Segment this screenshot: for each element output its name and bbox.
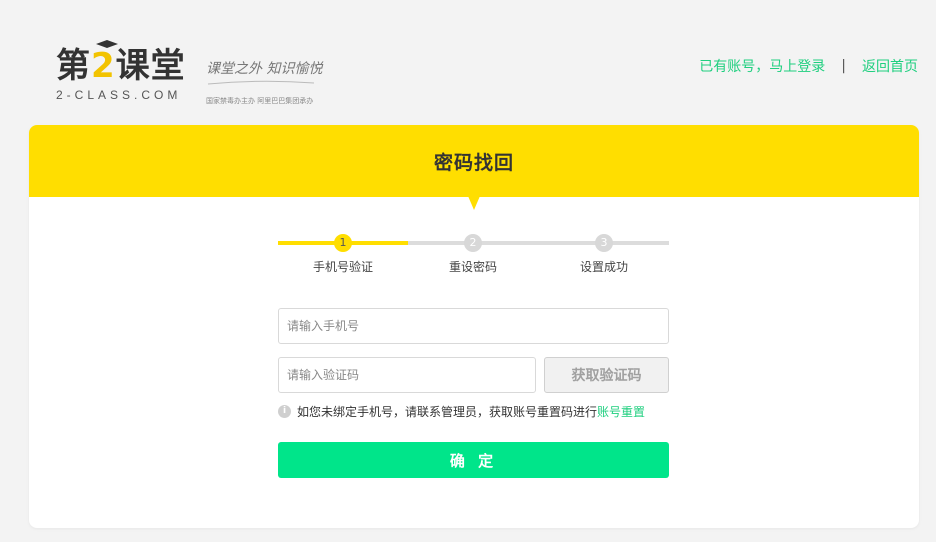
site-logo[interactable]: 第2课堂 2-CLASS.COM 课堂之外 知识愉悦 国家禁毒办主办 阿里巴巴集… — [56, 40, 336, 108]
top-nav: 已有账号，马上登录 | 返回首页 — [699, 56, 918, 76]
phone-input[interactable] — [278, 308, 669, 344]
password-recovery-card: 密码找回 1 手机号验证 2 重设密码 3 设置成功 获取验证码 i 如您未绑定… — [29, 125, 919, 528]
step-label: 重设密码 — [448, 260, 497, 274]
step-label: 设置成功 — [579, 260, 628, 274]
nav-separator: | — [841, 58, 846, 74]
step-success: 3 设置成功 — [544, 231, 664, 275]
hint-message: i 如您未绑定手机号，请联系管理员，获取账号重置码进行 账号重置 — [278, 403, 645, 420]
step-number: 3 — [595, 234, 613, 252]
slogan-underline — [207, 80, 315, 85]
home-link[interactable]: 返回首页 — [862, 56, 918, 76]
logo-wordmark: 第2课堂 — [56, 46, 186, 86]
logo-slogan: 课堂之外 知识愉悦 — [206, 61, 323, 77]
step-label: 手机号验证 — [312, 260, 373, 274]
hint-text: 如您未绑定手机号，请联系管理员，获取账号重置码进行 — [297, 405, 598, 419]
step-reset-password: 2 重设密码 — [413, 231, 533, 275]
login-link[interactable]: 已有账号，马上登录 — [699, 56, 825, 76]
step-number: 1 — [334, 234, 352, 252]
progress-steps: 1 手机号验证 2 重设密码 3 设置成功 — [278, 231, 669, 281]
verification-code-input[interactable] — [278, 357, 536, 393]
step-number: 2 — [464, 234, 482, 252]
confirm-button[interactable]: 确 定 — [278, 442, 669, 478]
card-header: 密码找回 — [29, 125, 919, 197]
logo-domain: 2-CLASS.COM — [56, 88, 182, 102]
page-title: 密码找回 — [433, 151, 514, 174]
account-reset-link[interactable]: 账号重置 — [597, 403, 645, 420]
step-phone-verify: 1 手机号验证 — [283, 231, 403, 275]
header-pointer — [468, 196, 480, 210]
info-icon: i — [278, 405, 291, 418]
logo-organizer: 国家禁毒办主办 阿里巴巴集团承办 — [206, 97, 314, 105]
get-code-button[interactable]: 获取验证码 — [544, 357, 669, 393]
